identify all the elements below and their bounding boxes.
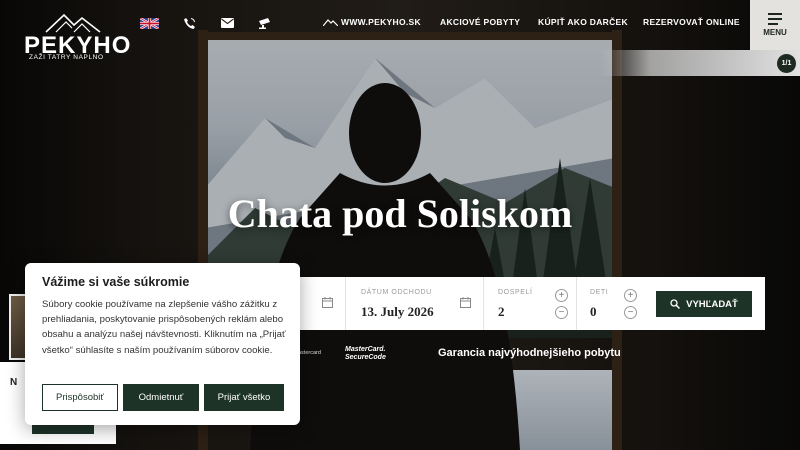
children-label: DETI bbox=[590, 289, 609, 296]
nav-akciove-pobyty[interactable]: AKCIOVÉ POBYTY bbox=[440, 17, 520, 27]
nav-kupit-ako-darcek[interactable]: KÚPIŤ AKO DARČEK bbox=[538, 17, 628, 27]
children-minus-button[interactable]: − bbox=[624, 306, 637, 319]
adults-label: DOSPELÍ bbox=[498, 289, 533, 296]
camera-icon[interactable] bbox=[258, 16, 272, 30]
logo[interactable]: PEKYHO ZAŽI TATRY NAPLNO bbox=[22, 12, 130, 64]
logo-tagline: ZAŽI TATRY NAPLNO bbox=[29, 54, 104, 61]
nav-pekyho-link[interactable]: WWW.PEKYHO.SK bbox=[322, 17, 421, 27]
slide-counter: 1/1 bbox=[777, 54, 796, 73]
phone-icon[interactable] bbox=[183, 16, 196, 30]
side-card-heading: N bbox=[10, 377, 18, 388]
adults-plus-button[interactable]: + bbox=[555, 289, 568, 302]
search-button[interactable]: VYHĽADAŤ bbox=[656, 291, 752, 317]
calendar-icon[interactable] bbox=[322, 297, 333, 308]
search-icon bbox=[670, 299, 681, 309]
menu-button[interactable]: MENU bbox=[750, 0, 800, 50]
securecode-logo: MasterCard. SecureCode bbox=[345, 346, 386, 361]
adults-value: 2 bbox=[498, 304, 505, 319]
calendar-icon[interactable] bbox=[460, 297, 471, 308]
divider bbox=[576, 277, 577, 330]
price-guarantee: Garancia najvýhodnejšieho pobytu bbox=[438, 347, 621, 359]
accept-all-button[interactable]: Prijať všetko bbox=[204, 384, 284, 411]
checkout-label: DÁTUM ODCHODU bbox=[361, 289, 432, 296]
site-header: PEKYHO ZAŽI TATRY NAPLNO WWW.PEKYHO.SK A… bbox=[0, 0, 800, 61]
uk-flag-icon[interactable] bbox=[140, 16, 159, 30]
divider bbox=[345, 277, 346, 330]
cookie-title: Vážime si vaše súkromie bbox=[42, 275, 190, 289]
nav-rezervovat-online[interactable]: REZERVOVAŤ ONLINE bbox=[643, 17, 740, 27]
mountain-logo-icon bbox=[45, 13, 101, 33]
cookie-text: Súbory cookie používame na zlepšenie váš… bbox=[42, 299, 286, 356]
mastercard-logo: astercard bbox=[298, 350, 321, 356]
mail-icon[interactable] bbox=[221, 16, 234, 30]
children-plus-button[interactable]: + bbox=[624, 289, 637, 302]
children-value: 0 bbox=[590, 304, 597, 319]
customize-button[interactable]: Prispôsobiť bbox=[42, 384, 118, 411]
slider-bar bbox=[600, 50, 800, 76]
adults-minus-button[interactable]: − bbox=[555, 306, 568, 319]
divider bbox=[483, 277, 484, 330]
hamburger-icon bbox=[768, 13, 782, 28]
checkout-value: 13. July 2026 bbox=[361, 304, 434, 319]
reject-button[interactable]: Odmietnuť bbox=[123, 384, 199, 411]
cookie-dialog: Vážime si vaše súkromie Súbory cookie po… bbox=[25, 263, 300, 425]
hero-title: Chata pod Soliskom bbox=[227, 191, 573, 236]
mountain-icon bbox=[322, 19, 339, 27]
